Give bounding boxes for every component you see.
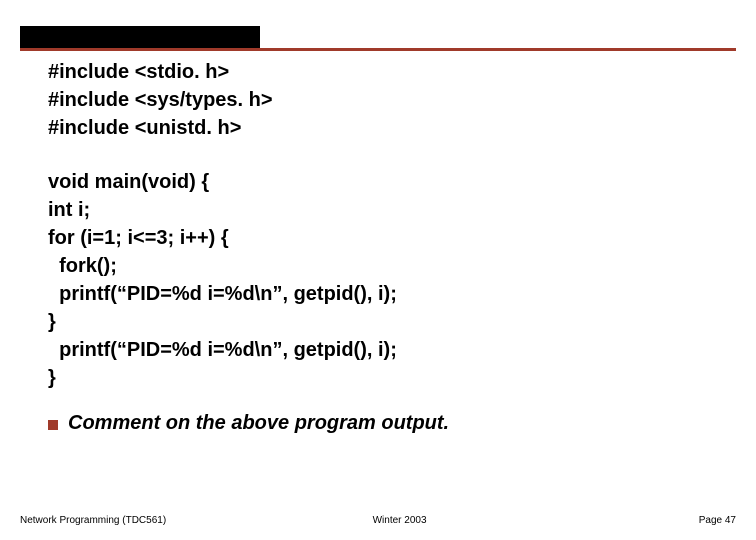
code-line: for (i=1; i<=3; i++) { [48,224,716,252]
slide-footer: Network Programming (TDC561) Winter 2003… [20,515,736,526]
code-line: int i; [48,196,716,224]
code-line: printf(“PID=%d i=%d\n”, getpid(), i); [48,336,716,364]
code-line: #include <unistd. h> [48,114,716,142]
code-block: #include <stdio. h> #include <sys/types.… [48,58,716,392]
code-line: #include <stdio. h> [48,58,716,86]
blank-line [48,142,716,168]
title-bar-decoration [20,26,260,48]
square-bullet-icon [48,420,58,430]
footer-center: Winter 2003 [373,515,427,526]
code-line: #include <sys/types. h> [48,86,716,114]
code-line: } [48,308,716,336]
footer-left: Network Programming (TDC561) [20,515,166,526]
code-line: fork(); [48,252,716,280]
code-line: printf(“PID=%d i=%d\n”, getpid(), i); [48,280,716,308]
code-line: void main(void) { [48,168,716,196]
bullet-item: Comment on the above program output. [48,412,716,435]
bullet-text: Comment on the above program output. [68,412,449,435]
slide-content: #include <stdio. h> #include <sys/types.… [48,58,716,435]
footer-right: Page 47 [699,515,736,526]
code-line: } [48,364,716,392]
horizontal-rule [20,48,736,51]
